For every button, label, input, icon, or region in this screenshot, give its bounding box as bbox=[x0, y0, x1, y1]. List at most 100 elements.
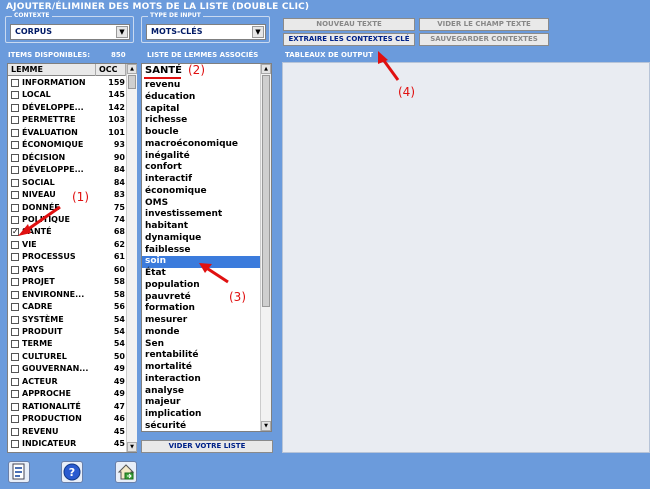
item-row[interactable]: GOUVERNAN... 49 bbox=[8, 363, 125, 375]
sauvegarder-contextes-button[interactable]: SAUVEGARDER CONTEXTES bbox=[419, 33, 549, 46]
scroll-up-icon[interactable]: ▲ bbox=[261, 64, 271, 74]
item-row[interactable]: INFORMATION 159 bbox=[8, 77, 125, 89]
item-row[interactable]: TERME 54 bbox=[8, 338, 125, 350]
item-checkbox[interactable] bbox=[11, 440, 19, 449]
lemma-item[interactable]: implication bbox=[145, 409, 201, 421]
item-row[interactable]: PAYS 60 bbox=[8, 264, 125, 276]
item-checkbox[interactable] bbox=[11, 290, 19, 299]
item-checkbox[interactable] bbox=[11, 128, 19, 137]
lemma-item[interactable]: économique bbox=[145, 186, 207, 198]
item-checkbox[interactable] bbox=[11, 265, 19, 274]
extraire-contextes-button[interactable]: EXTRAIRE LES CONTEXTES CLÉ bbox=[283, 33, 415, 46]
item-checkbox[interactable] bbox=[11, 352, 19, 361]
item-checkbox[interactable] bbox=[11, 402, 19, 411]
lemma-item[interactable]: mesurer bbox=[145, 315, 187, 327]
lemma-item[interactable]: État bbox=[145, 268, 166, 280]
item-row[interactable]: NIVEAU 83 bbox=[8, 189, 125, 201]
lemma-item[interactable]: habitant bbox=[145, 221, 188, 233]
lemma-item[interactable]: faiblesse bbox=[145, 245, 191, 257]
item-checkbox[interactable]: ✓ bbox=[11, 228, 19, 237]
scroll-thumb[interactable] bbox=[262, 75, 270, 307]
item-checkbox[interactable] bbox=[11, 303, 19, 312]
item-checkbox[interactable] bbox=[11, 278, 19, 287]
item-row[interactable]: ACTEUR 49 bbox=[8, 376, 125, 388]
item-checkbox[interactable] bbox=[11, 328, 19, 336]
item-checkbox[interactable] bbox=[11, 203, 19, 212]
item-row[interactable]: PERMETTRE 103 bbox=[8, 114, 125, 126]
chevron-down-icon[interactable]: ▼ bbox=[116, 26, 128, 38]
item-row[interactable]: RATIONALITÉ 47 bbox=[8, 401, 125, 413]
item-row[interactable]: ENVIRONNE... 58 bbox=[8, 289, 125, 301]
item-checkbox[interactable] bbox=[11, 240, 19, 249]
vider-votre-liste-button[interactable]: VIDER VOTRE LISTE bbox=[141, 440, 273, 453]
items-scrollbar[interactable]: ▲ ▼ bbox=[126, 64, 137, 452]
lemma-item[interactable]: interactif bbox=[145, 174, 192, 186]
nouveau-texte-button[interactable]: NOUVEAU TEXTE bbox=[283, 18, 415, 31]
lemma-item[interactable]: monde bbox=[145, 327, 180, 339]
lemma-item[interactable]: formation bbox=[145, 303, 195, 315]
vider-champ-texte-button[interactable]: VIDER LE CHAMP TEXTE bbox=[419, 18, 549, 31]
lemma-item[interactable]: dynamique bbox=[145, 233, 201, 245]
lemma-item[interactable]: confort bbox=[145, 162, 182, 174]
home-button[interactable] bbox=[115, 461, 137, 483]
lemma-item[interactable]: majeur bbox=[145, 397, 181, 409]
lemma-item[interactable]: boucle bbox=[145, 127, 179, 139]
item-row[interactable]: DONNÉE 75 bbox=[8, 202, 125, 214]
item-checkbox[interactable] bbox=[11, 340, 19, 349]
lemma-item[interactable]: rentabilité bbox=[145, 350, 198, 362]
lemma-item[interactable]: interaction bbox=[145, 374, 201, 386]
item-row[interactable]: CADRE 56 bbox=[8, 301, 125, 313]
items-list[interactable]: LEMME OCC INFORMATION 159 LOCAL 145 DÉVELOPP… bbox=[7, 63, 137, 453]
lemma-item[interactable]: mortalité bbox=[145, 362, 192, 374]
item-checkbox[interactable] bbox=[11, 390, 19, 399]
item-row[interactable]: PROJET 58 bbox=[8, 276, 125, 288]
item-checkbox[interactable] bbox=[11, 153, 19, 162]
item-checkbox[interactable] bbox=[11, 427, 19, 436]
scroll-down-icon[interactable]: ▼ bbox=[127, 442, 137, 452]
item-row[interactable]: PRODUIT 54 bbox=[8, 326, 125, 338]
item-checkbox[interactable] bbox=[11, 103, 19, 112]
item-checkbox[interactable] bbox=[11, 141, 19, 150]
item-row[interactable]: POLITIQUE 74 bbox=[8, 214, 125, 226]
item-row[interactable]: SOCIAL 84 bbox=[8, 177, 125, 189]
item-checkbox[interactable] bbox=[11, 365, 19, 374]
item-checkbox[interactable] bbox=[11, 377, 19, 386]
item-row[interactable]: DÉVELOPPE... 84 bbox=[8, 164, 125, 176]
lemma-item[interactable]: soin bbox=[142, 256, 260, 269]
lemma-item[interactable]: population bbox=[145, 280, 200, 292]
lemmas-scrollbar[interactable]: ▲ ▼ bbox=[260, 64, 271, 431]
lemma-item[interactable]: éducation bbox=[145, 92, 195, 104]
item-row[interactable]: REVENU 45 bbox=[8, 426, 125, 438]
lemma-item[interactable]: capital bbox=[145, 104, 179, 116]
item-checkbox[interactable] bbox=[11, 191, 19, 200]
lemma-item[interactable]: revenu bbox=[145, 80, 180, 92]
item-row[interactable]: APPROCHE 49 bbox=[8, 388, 125, 400]
chevron-down-icon[interactable]: ▼ bbox=[252, 26, 264, 38]
lemma-item[interactable]: inégalité bbox=[145, 151, 190, 163]
item-checkbox[interactable] bbox=[11, 166, 19, 175]
type-input-select[interactable]: MOTS-CLÉS ▼ bbox=[146, 24, 266, 40]
item-row[interactable]: SYSTÈME 54 bbox=[8, 314, 125, 326]
contexte-select[interactable]: CORPUS ▼ bbox=[10, 24, 130, 40]
lemma-item[interactable]: analyse bbox=[145, 386, 184, 398]
report-button[interactable] bbox=[8, 461, 30, 483]
item-row[interactable]: INDICATEUR 45 bbox=[8, 438, 125, 450]
item-row[interactable]: DÉVELOPPE... 142 bbox=[8, 102, 125, 114]
scroll-down-icon[interactable]: ▼ bbox=[261, 421, 271, 431]
item-checkbox[interactable] bbox=[11, 79, 19, 87]
item-checkbox[interactable] bbox=[11, 116, 19, 125]
lemmas-list[interactable]: SANTÉ revenu éducation capital richesse bouc… bbox=[141, 63, 272, 432]
item-checkbox[interactable] bbox=[11, 178, 19, 187]
item-row[interactable]: VIE 62 bbox=[8, 239, 125, 251]
item-row[interactable]: ÉCONOMIQUE 93 bbox=[8, 139, 125, 151]
item-row[interactable]: ÉVALUATION 101 bbox=[8, 127, 125, 139]
lemma-item[interactable]: macroéconomique bbox=[145, 139, 238, 151]
item-checkbox[interactable] bbox=[11, 253, 19, 262]
item-row[interactable]: CULTUREL 50 bbox=[8, 351, 125, 363]
help-button[interactable]: ? bbox=[61, 461, 83, 483]
scroll-up-icon[interactable]: ▲ bbox=[127, 64, 137, 74]
lemma-item[interactable]: OMS bbox=[145, 198, 168, 210]
item-checkbox[interactable] bbox=[11, 215, 19, 224]
lemma-item[interactable]: pauvreté bbox=[145, 292, 191, 304]
lemma-item[interactable]: Sen bbox=[145, 339, 164, 351]
